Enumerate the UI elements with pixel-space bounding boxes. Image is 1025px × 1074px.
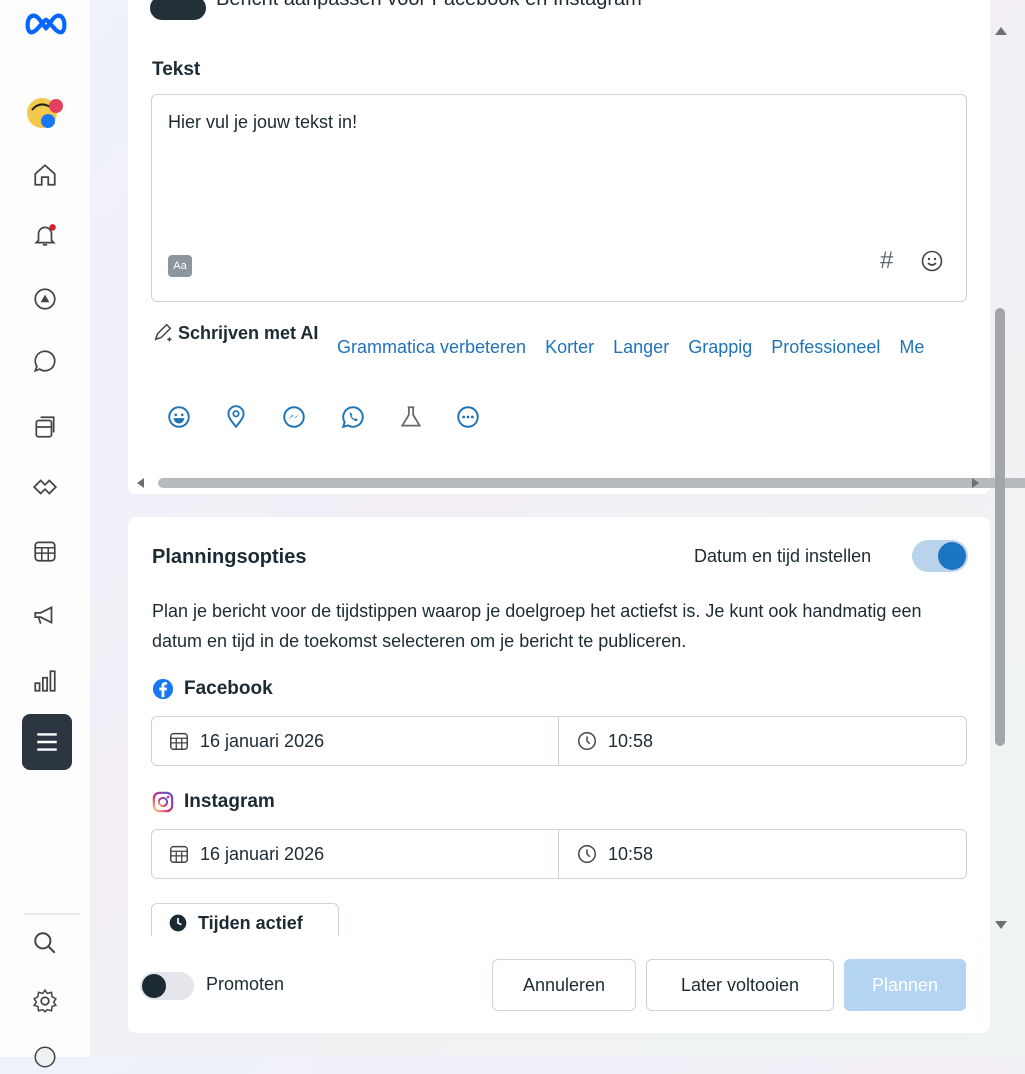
instagram-schedule-field: 16 januari 2026 10:58	[151, 829, 967, 879]
facebook-schedule-field: 16 januari 2026 10:58	[151, 716, 967, 766]
scroll-left-arrow-icon[interactable]	[136, 478, 146, 488]
ai-chip-professional[interactable]: Professioneel	[771, 337, 880, 357]
set-date-time-toggle[interactable]	[912, 540, 968, 572]
facebook-label: Facebook	[184, 678, 273, 699]
vertical-scroll-thumb[interactable]	[995, 308, 1005, 746]
promote-label: Promoten	[206, 974, 285, 994]
ai-chip-grammar[interactable]: Grammatica verbeteren	[337, 337, 526, 357]
facebook-section-label: Facebook	[152, 678, 273, 700]
ai-pen-icon	[154, 323, 173, 343]
instagram-date-picker[interactable]: 16 januari 2026	[168, 843, 324, 865]
ai-suggestion-chips: Grammatica verbeteren Korter Langer Grap…	[337, 337, 938, 358]
calendar-icon	[170, 845, 188, 863]
location-pin-icon[interactable]	[223, 404, 249, 430]
ai-chip-shorter[interactable]: Korter	[545, 337, 594, 357]
facebook-logo-icon	[152, 678, 174, 700]
ai-chip-longer[interactable]: Langer	[613, 337, 669, 357]
customize-post-toggle[interactable]	[150, 0, 206, 20]
scroll-right-arrow-icon[interactable]	[970, 478, 980, 488]
rail-divider	[24, 913, 80, 915]
post-text-field[interactable]: Hier vul je jouw tekst in! Aa #	[151, 94, 967, 302]
field-divider	[558, 717, 559, 765]
messenger-icon[interactable]	[281, 404, 307, 430]
ai-writing-row: Schrijven met AI Grammatica verbeteren K…	[152, 320, 988, 380]
facebook-date-picker[interactable]: 16 januari 2026	[168, 730, 324, 752]
promote-toggle[interactable]	[140, 972, 194, 1000]
horizontal-scrollbar[interactable]	[128, 474, 1025, 492]
cancel-button[interactable]: Annuleren	[492, 959, 636, 1011]
help-icon[interactable]	[28, 1040, 62, 1074]
all-tools-menu-button[interactable]	[22, 714, 72, 770]
hamburger-menu-icon	[37, 733, 57, 751]
ads-megaphone-icon[interactable]	[28, 598, 62, 632]
set-date-time-label: Datum en tijd instellen	[694, 546, 872, 566]
planning-options-title: Planningsopties	[152, 546, 307, 568]
ai-chip-more[interactable]: Me	[899, 337, 924, 357]
calendar-icon	[170, 732, 188, 750]
facebook-time-picker[interactable]: 10:58	[576, 730, 653, 752]
messages-bubble-icon[interactable]	[28, 344, 62, 378]
facebook-time-value: 10:58	[608, 730, 654, 751]
active-times-label: Tijden actief	[198, 912, 303, 933]
field-divider	[558, 830, 559, 878]
instagram-label: Instagram	[184, 791, 275, 812]
schedule-button[interactable]: Plannen	[844, 959, 966, 1011]
instagram-time-picker[interactable]: 10:58	[576, 843, 653, 865]
insights-bar-chart-icon[interactable]	[28, 664, 62, 698]
settings-gear-icon[interactable]	[28, 984, 62, 1018]
account-avatar[interactable]	[26, 94, 64, 132]
notifications-bell-icon[interactable]	[28, 218, 62, 252]
vertical-scrollbar[interactable]	[990, 20, 1012, 936]
text-format-button[interactable]: Aa	[168, 255, 192, 277]
post-text-value: Hier vul je jouw tekst in!	[168, 112, 358, 132]
left-nav-rail	[0, 0, 90, 1068]
toggle-knob	[142, 974, 166, 998]
scroll-up-arrow-icon[interactable]	[995, 26, 1007, 36]
ab-test-flask-icon[interactable]	[398, 404, 424, 430]
emoji-smiley-icon[interactable]	[920, 249, 944, 273]
planner-calendar-icon[interactable]	[28, 534, 62, 568]
instagram-date-value: 16 januari 2026	[200, 843, 325, 864]
customize-post-label: Bericht aanpassen voor Facebook en Insta…	[216, 0, 642, 11]
partnerships-handshake-icon[interactable]	[28, 470, 62, 504]
hashtag-icon[interactable]: #	[880, 247, 893, 275]
content-pages-icon[interactable]	[28, 410, 62, 444]
horizontal-scroll-thumb[interactable]	[158, 478, 1025, 488]
text-section-label: Tekst	[152, 59, 201, 80]
whatsapp-icon[interactable]	[340, 404, 366, 430]
scroll-down-arrow-icon[interactable]	[995, 920, 1007, 930]
instagram-section-label: Instagram	[152, 791, 275, 813]
boost-arrow-icon[interactable]	[28, 282, 62, 316]
planning-description: Plan je bericht voor de tijdstippen waar…	[152, 601, 922, 651]
clock-icon	[578, 732, 596, 750]
feeling-emoji-icon[interactable]	[166, 404, 192, 430]
instagram-time-value: 10:58	[608, 843, 654, 864]
meta-logo-icon[interactable]	[24, 4, 68, 44]
search-icon[interactable]	[28, 926, 62, 960]
ai-writing-text: Schrijven met AI	[178, 323, 319, 343]
finish-later-button[interactable]: Later voltooien	[646, 959, 834, 1011]
toggle-knob	[938, 542, 966, 570]
instagram-logo-icon	[152, 791, 174, 813]
clock-icon	[578, 845, 596, 863]
ai-writing-label: Schrijven met AI	[152, 320, 322, 347]
clock-filled-icon	[169, 914, 187, 932]
home-icon[interactable]	[28, 158, 62, 192]
ai-chip-funny[interactable]: Grappig	[688, 337, 752, 357]
facebook-date-value: 16 januari 2026	[200, 730, 325, 751]
more-options-icon[interactable]	[455, 404, 481, 430]
